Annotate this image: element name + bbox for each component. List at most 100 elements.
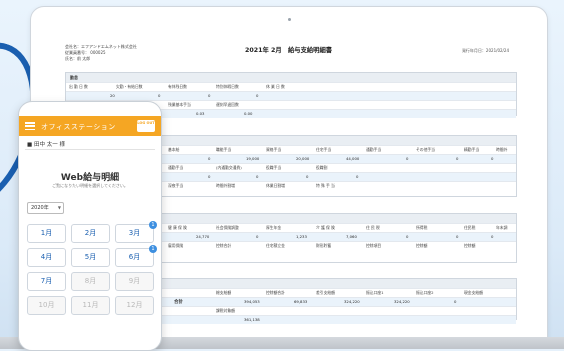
year-select[interactable]: 2020年 ▼	[27, 202, 64, 214]
table-header-cell: 有休残日数	[168, 84, 187, 89]
table-header-cell: 住宅積立金	[266, 243, 285, 248]
table-cell: 0	[208, 93, 211, 98]
table-cell: 0	[456, 156, 459, 161]
table-row: 出 勤 日 数 欠勤・有給日数 有休残日数 特別休暇日数 休 業 日 数	[66, 82, 516, 91]
table-header-cell: 基本給	[168, 147, 180, 152]
table-cell: 7,060	[346, 234, 357, 239]
table-header-cell: 精勤手当	[464, 147, 480, 152]
month-button-6[interactable]: 6月 1	[115, 245, 157, 267]
table-cell: 0	[256, 93, 259, 98]
page-title: 2021年 2月 給与支給明細書	[245, 47, 333, 54]
table-cell: 0	[491, 156, 494, 161]
table-header-cell: 控除項目	[366, 243, 382, 248]
table-header-cell: 時間外割増	[216, 183, 235, 188]
notification-badge: 1	[149, 245, 157, 253]
table-header-cell: 休 業 日 数	[266, 84, 285, 89]
smartphone-frame: オフィスステーション LOG OUT ■ 田中 太一 様 Web給与明細 ご覧に…	[18, 101, 162, 351]
month-label: 3月	[128, 229, 141, 237]
table-header-cell: 雇用保険	[168, 243, 184, 248]
table-header-cell: 職能手当	[216, 147, 232, 152]
month-button-3[interactable]: 3月 1	[115, 221, 157, 243]
table-cell: 0	[456, 234, 459, 239]
table-cell: 0	[454, 299, 457, 304]
table-cell: 0	[158, 93, 161, 98]
table-header-cell: 課税対象額	[216, 308, 235, 313]
table-cell: 0	[306, 174, 309, 179]
table-cell: 0	[491, 234, 494, 239]
table-cell: 20	[110, 93, 115, 98]
table-header-cell: 控除額合計	[266, 290, 285, 295]
app-name: オフィスステーション	[41, 123, 116, 131]
table-header-cell: 通勤手当	[366, 147, 382, 152]
user-name-label: 田中 太一 様	[33, 142, 65, 148]
table-header-cell: 通勤手当	[168, 165, 184, 170]
table-cell: 361,138	[244, 317, 260, 322]
issue-date: 発行年月日：2021/02/24	[461, 48, 509, 53]
divider	[25, 149, 155, 150]
table-header-cell: 控除額	[464, 243, 476, 248]
table-cell: 0	[356, 174, 359, 179]
month-button-12: 12月	[115, 296, 154, 315]
table-header-cell: 住宅手当	[316, 147, 332, 152]
table-cell: 324,220	[394, 299, 410, 304]
month-button-1[interactable]: 1月	[27, 224, 66, 243]
table-header-cell: その他手当	[416, 147, 435, 152]
document-header: 会社名：エフアンドエムネット株式会社 従業員番号： 000025 氏名：前 太郎	[65, 44, 137, 62]
user-icon: ■	[27, 142, 34, 148]
logout-button[interactable]: LOG OUT	[137, 120, 155, 132]
hamburger-menu-icon[interactable]	[25, 122, 35, 131]
table-header-cell: 差引支給額	[316, 290, 335, 295]
table-cell: 24,770	[196, 234, 210, 239]
camera-dot	[288, 18, 291, 21]
month-button-4[interactable]: 4月	[27, 248, 66, 267]
table-header-cell: 役職割	[316, 165, 328, 170]
table-header-cell: 休業日割増	[266, 183, 285, 188]
table-cell: 19,000	[246, 156, 260, 161]
table-cell: 1,233	[296, 234, 307, 239]
table-header-cell: 資格手当	[266, 147, 282, 152]
table-cell: 0	[208, 156, 211, 161]
web-payslip-title: Web給与明細	[60, 173, 120, 183]
table-cell: 0.00	[244, 111, 253, 116]
month-label: 6月	[128, 253, 141, 261]
table-header-cell: 深夜手当	[168, 183, 184, 188]
table-header-cell: 総支給額	[216, 290, 232, 295]
table-header-cell: 年末調	[496, 225, 508, 230]
table-header-cell: 出 勤 日 数	[69, 84, 88, 89]
table-header-cell: 住 民 税	[366, 225, 380, 230]
table-header-cell: 特別休暇日数	[216, 84, 239, 89]
month-button-8: 8月	[71, 272, 110, 291]
table-header-cell: 振込口座2	[416, 290, 434, 295]
table-cell: 0	[256, 234, 259, 239]
table-header-cell: 控除合計	[216, 243, 232, 248]
user-name: ■ 田中 太一 様	[27, 140, 65, 148]
table-cell: 324,220	[344, 299, 360, 304]
table-header-cell: 特 殊 手 当	[316, 183, 335, 188]
month-button-7[interactable]: 7月	[27, 272, 66, 291]
year-value: 2020年	[31, 205, 49, 211]
month-button-5[interactable]: 5月	[71, 248, 110, 267]
table-cell: 69,833	[294, 299, 308, 304]
table-row: 20 0 0 0	[66, 91, 516, 100]
table-header-cell: 健 康 保 険	[168, 225, 187, 230]
month-button-10: 10月	[27, 296, 66, 315]
table-cell: 20,000	[296, 156, 310, 161]
month-button-2[interactable]: 2月	[71, 224, 110, 243]
table-header-cell: 遅刻早退回数	[216, 102, 239, 107]
total-label: 合計	[174, 300, 183, 305]
table-header-cell: 現金支給額	[464, 290, 483, 295]
table-header-cell: 役職手当	[266, 165, 282, 170]
month-button-9: 9月	[115, 272, 154, 291]
instruction-text: ご覧になりたい明細を選択してください。	[52, 183, 128, 188]
table-cell: 0	[256, 174, 259, 179]
table-header-cell: 欠勤・有給日数	[116, 84, 143, 89]
table-header-cell: (内通勤交通費)	[216, 165, 242, 170]
table-header-cell: 残業基本手当	[168, 102, 191, 107]
table-header-cell: 厚生年金	[266, 225, 282, 230]
chevron-down-icon: ▼	[57, 205, 61, 210]
notification-badge: 1	[149, 221, 157, 229]
table-header-cell: 所得税	[416, 225, 428, 230]
table-header-cell: 財形貯蓄	[316, 243, 332, 248]
month-button-11: 11月	[71, 296, 110, 315]
table-cell: 394,053	[244, 299, 260, 304]
